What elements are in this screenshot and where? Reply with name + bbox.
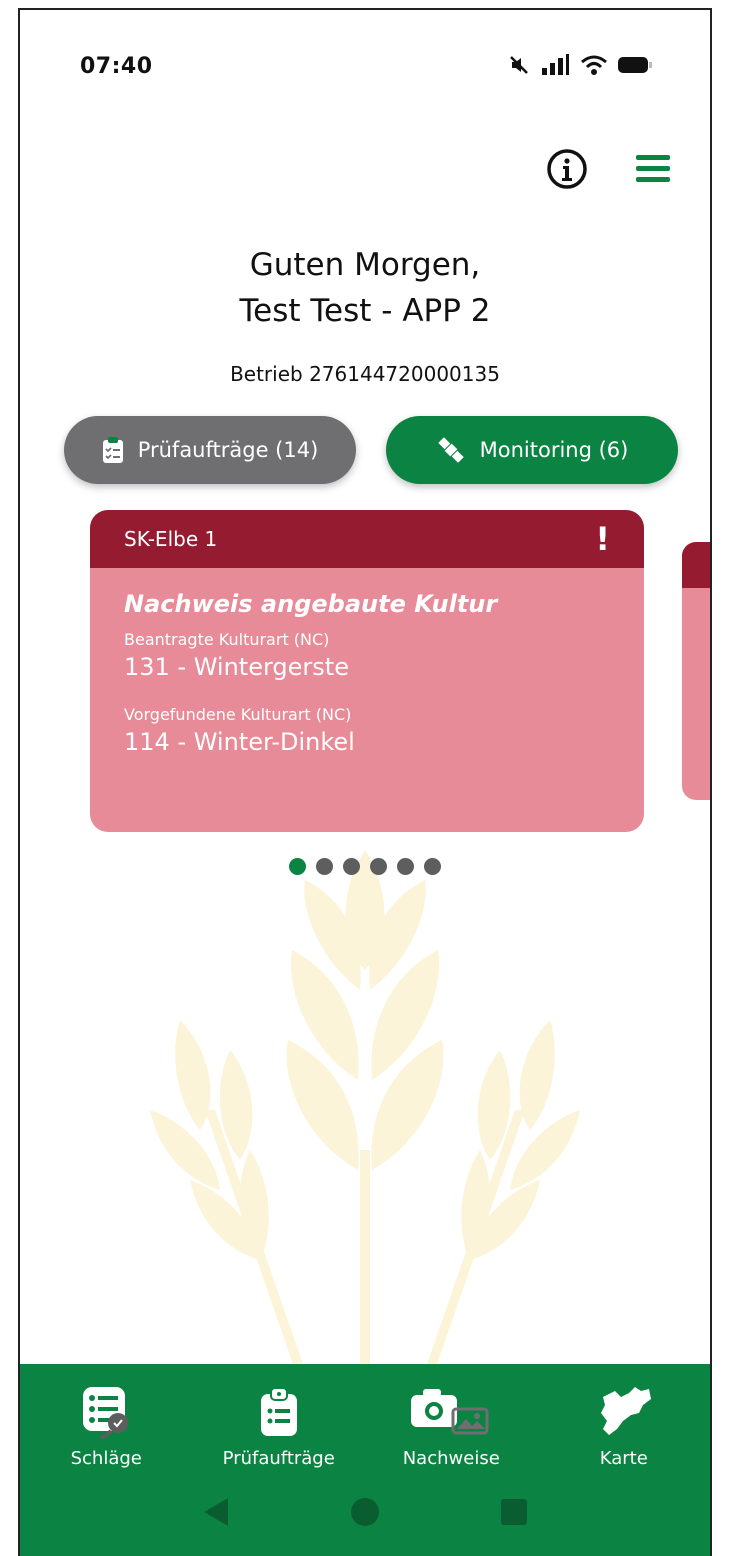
saxony-map-icon [595,1382,653,1442]
betrieb-number: Betrieb 276144720000135 [230,362,500,386]
satellite-icon [437,437,464,463]
battery-icon [618,57,652,73]
monitoring-toggle-button[interactable]: Monitoring (6) [386,416,678,484]
next-card-peek[interactable] [682,542,710,800]
status-time: 07:40 [80,54,153,79]
pagination-dot[interactable] [397,858,414,875]
wifi-icon [581,55,607,75]
hamburger-menu-icon [636,155,670,182]
greeting: Guten Morgen, Test Test - APP 2 [20,242,710,334]
found-crop-label: Vorgefundene Kulturart (NC) [124,705,352,724]
carousel-pagination [20,858,710,875]
clipboard-icon [102,437,123,463]
requested-crop-value: 131 - Wintergerste [124,653,349,681]
alert-icon: ! [595,520,610,558]
phone-screen: 07:40 Guten Morgen, Test Test - APP 2 Be… [18,8,712,1556]
pruefauftraege-toggle-label: Prüfaufträge (14) [137,438,319,462]
card-title: Nachweis angebaute Kultur [124,590,498,618]
card-field-name: SK-Elbe 1 [124,527,218,551]
nav-label-karte: Karte [599,1448,648,1469]
nav-item-pruefauftraege[interactable]: Prüfaufträge [193,1382,366,1469]
found-crop-value: 114 - Winter-Dinkel [124,728,355,756]
card-header: SK-Elbe 1 ! [90,510,644,568]
menu-button[interactable] [632,148,674,190]
nav-item-schlaege[interactable]: Schläge [20,1382,193,1469]
wheat-background-illustration [150,850,580,1370]
nav-label-nachweise: Nachweise [402,1448,500,1469]
mute-icon [510,56,528,74]
bottom-navigation: Schläge Prüfaufträge Nachweise Karte [20,1364,710,1556]
monitoring-toggle-label: Monitoring (6) [479,438,629,462]
pagination-dot[interactable] [370,858,387,875]
recents-icon[interactable] [500,1498,528,1526]
info-icon [547,149,587,189]
next-card-header [682,542,710,588]
clipboard-icon [260,1382,298,1442]
info-button[interactable] [546,148,588,190]
status-icons [508,54,652,76]
nav-item-nachweise[interactable]: Nachweise [365,1382,538,1469]
greeting-line-2: Test Test - APP 2 [239,293,491,329]
greeting-line-1: Guten Morgen, [249,247,481,283]
signal-icon [542,54,569,75]
pruefauftraege-toggle-button[interactable]: Prüfaufträge (14) [64,416,356,484]
pagination-dot[interactable] [316,858,333,875]
pagination-dot[interactable] [424,858,441,875]
nav-label-pruefauftraege: Prüfaufträge [222,1448,335,1469]
back-icon[interactable] [202,1496,230,1528]
nav-items: Schläge Prüfaufträge Nachweise Karte [20,1382,710,1469]
home-icon[interactable] [350,1497,380,1527]
system-navigation-bar [20,1496,710,1528]
camera-gallery-icon [409,1382,493,1442]
card-body: Nachweis angebaute Kultur Beantragte Kul… [90,568,644,756]
top-actions [546,148,674,190]
inspection-card[interactable]: SK-Elbe 1 ! Nachweis angebaute Kultur Be… [90,510,644,832]
pagination-dot[interactable] [343,858,360,875]
nav-label-schlaege: Schläge [70,1448,142,1469]
pagination-dot[interactable] [289,858,306,875]
status-bar: 07:40 [20,10,710,120]
requested-crop-label: Beantragte Kulturart (NC) [124,630,330,649]
fields-list-icon [81,1382,131,1442]
nav-item-karte[interactable]: Karte [538,1382,711,1469]
